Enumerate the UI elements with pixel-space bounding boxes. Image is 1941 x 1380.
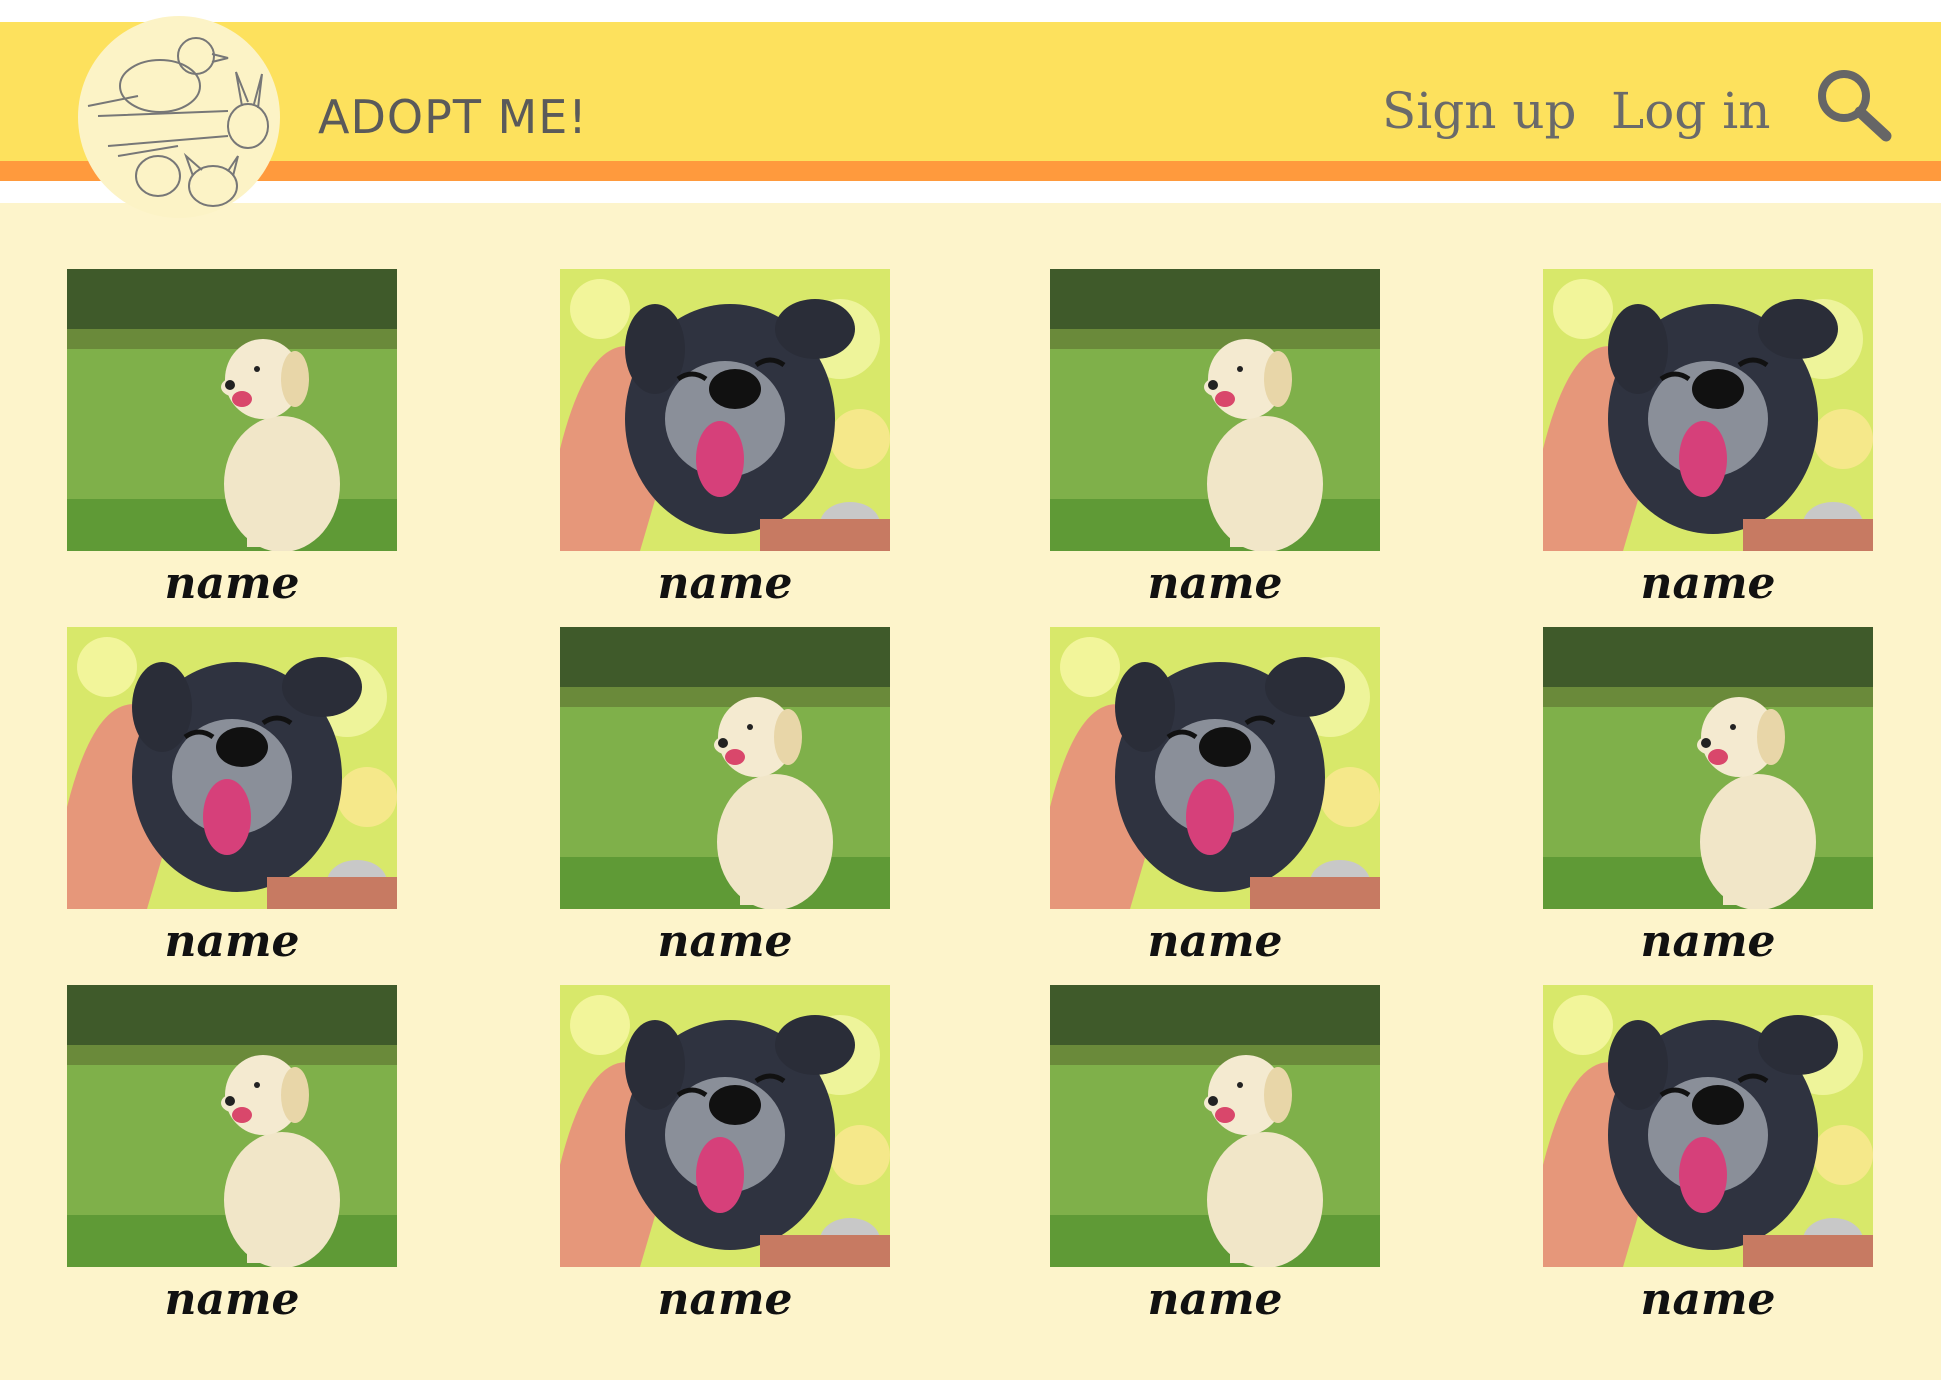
pet-card[interactable]: name [1050,627,1380,967]
pet-card[interactable]: name [67,269,397,609]
happy-black-dog-photo[interactable] [1050,627,1380,909]
pet-card[interactable]: name [560,269,890,609]
pet-card[interactable]: name [67,985,397,1325]
pet-name: name [657,1274,793,1325]
pet-name: name [1147,916,1283,967]
pet-card[interactable]: name [560,627,890,967]
golden-retriever-puppy-photo[interactable] [1543,627,1873,909]
pet-card[interactable]: name [1543,627,1873,967]
site-header: ADOPT ME! Sign up Log in [0,16,1941,218]
pet-card[interactable]: name [67,627,397,967]
pet-card[interactable]: name [560,985,890,1325]
animals-logo[interactable] [78,16,280,218]
happy-black-dog-photo[interactable] [560,269,890,551]
pet-card[interactable]: name [1543,269,1873,609]
animals-logo-icon [87,37,269,207]
golden-retriever-puppy-photo[interactable] [1050,269,1380,551]
happy-black-dog-photo[interactable] [67,627,397,909]
pet-card[interactable]: name [1543,985,1873,1325]
brand-title[interactable]: ADOPT ME! [318,90,588,144]
golden-retriever-puppy-photo[interactable] [67,985,397,1267]
golden-retriever-puppy-photo[interactable] [67,269,397,551]
top-gap [0,0,1941,22]
pet-name: name [164,558,300,609]
search-icon[interactable] [1814,66,1892,144]
pet-card[interactable]: name [1050,985,1380,1325]
signup-link[interactable]: Sign up [1382,82,1577,140]
pet-name: name [657,558,793,609]
golden-retriever-puppy-photo[interactable] [560,627,890,909]
golden-retriever-puppy-photo[interactable] [1050,985,1380,1267]
happy-black-dog-photo[interactable] [560,985,890,1267]
pet-name: name [164,916,300,967]
pet-grid: name name name name name name name name … [0,203,1941,1380]
pet-name: name [1640,916,1776,967]
happy-black-dog-photo[interactable] [1543,985,1873,1267]
header-gap [0,181,1941,203]
pet-card[interactable]: name [1050,269,1380,609]
pet-name: name [1640,1274,1776,1325]
pet-name: name [1640,558,1776,609]
pet-name: name [1147,1274,1283,1325]
pet-name: name [1147,558,1283,609]
header-stripe [0,161,1941,181]
pet-name: name [657,916,793,967]
login-link[interactable]: Log in [1611,82,1770,140]
happy-black-dog-photo[interactable] [1543,269,1873,551]
pet-name: name [164,1274,300,1325]
